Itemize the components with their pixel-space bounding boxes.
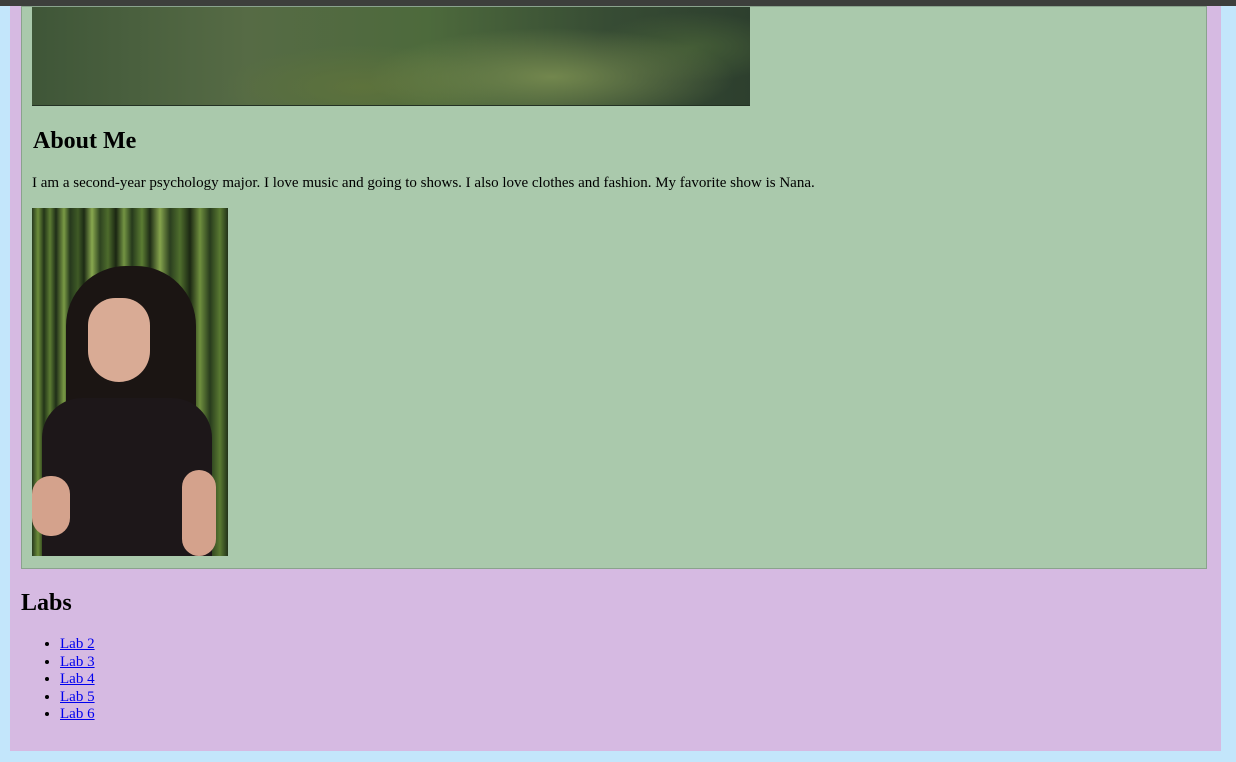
labs-list: Lab 2 Lab 3 Lab 4 Lab 5 Lab 6: [20, 636, 95, 724]
portrait-arm-right: [182, 470, 216, 556]
labs-heading: Labs: [21, 590, 72, 616]
portrait-photo: [32, 208, 228, 556]
lab-3-link[interactable]: Lab 3: [60, 654, 95, 670]
lab-5-link[interactable]: Lab 5: [60, 689, 95, 705]
about-heading: About Me: [33, 128, 137, 154]
lab-2-link[interactable]: Lab 2: [60, 636, 95, 652]
list-item: Lab 3: [60, 654, 95, 672]
list-item: Lab 4: [60, 671, 95, 689]
page-frame: About Me I am a second-year psychology m…: [10, 6, 1221, 751]
list-item: Lab 2: [60, 636, 95, 654]
list-item: Lab 5: [60, 689, 95, 707]
banner-image: [32, 7, 750, 106]
about-text: I am a second-year psychology major. I l…: [32, 175, 815, 191]
portrait-face: [88, 298, 150, 382]
list-item: Lab 6: [60, 706, 95, 724]
portrait-arm-left: [32, 476, 70, 536]
about-section: About Me I am a second-year psychology m…: [21, 6, 1207, 569]
lab-6-link[interactable]: Lab 6: [60, 706, 95, 722]
lab-4-link[interactable]: Lab 4: [60, 671, 95, 687]
